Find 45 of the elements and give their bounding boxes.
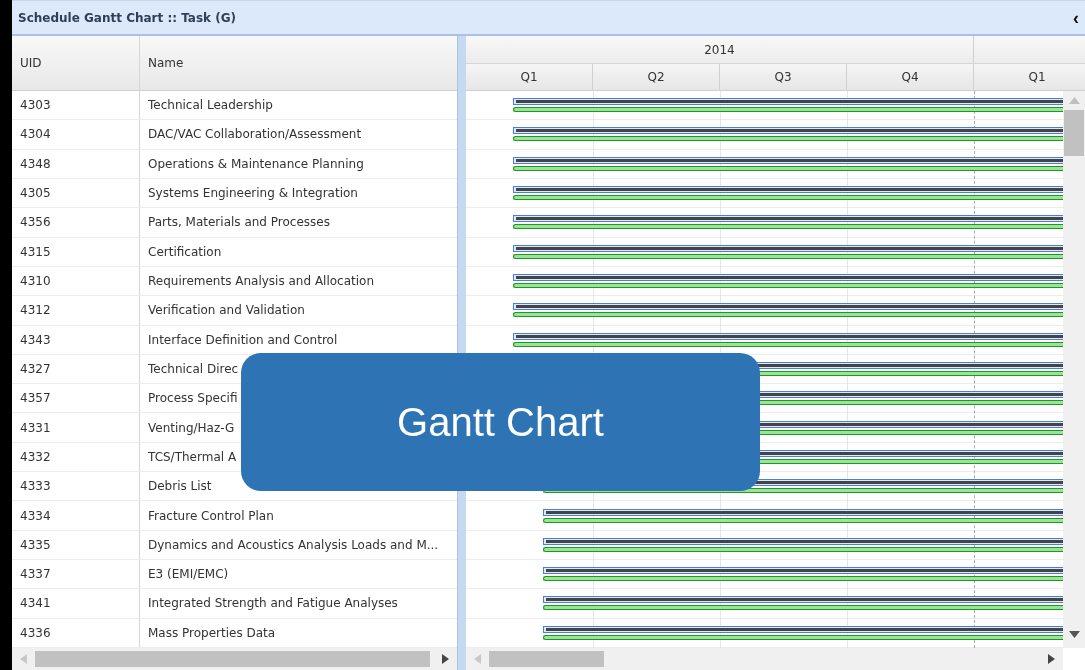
- callout-text: Gantt Chart: [397, 399, 604, 445]
- table-cell: 4334: [12, 501, 140, 530]
- table-cell: 4337: [12, 560, 140, 589]
- table-cell-text: Operations & Maintenance Planning: [147, 155, 365, 173]
- table-cell-text: TCS/Thermal A: [147, 448, 238, 466]
- table-cell-text: Dynamics and Acoustics Analysis Loads and M...: [147, 536, 440, 554]
- quarter-header: Q3: [720, 64, 847, 90]
- table-cell: 4312: [12, 296, 140, 325]
- table-cell: 4341: [12, 589, 140, 618]
- quarter-header: Q2: [593, 64, 720, 90]
- table-cell: 4331: [12, 413, 140, 442]
- table-cell-text: Process Specifi: [147, 390, 239, 408]
- table-cell-text: Interface Definition and Control: [147, 331, 339, 349]
- table-cell-text: Mass Properties Data: [147, 624, 277, 642]
- table-cell-text: DAC/VAC Collaboration/Assessment: [147, 126, 363, 144]
- table-cell-text: Parts, Materials and Processes: [147, 214, 331, 232]
- table-cell-text: Systems Engineering & Integration: [147, 185, 359, 203]
- table-cell: 4327: [12, 354, 140, 384]
- table-cell-text: Technical Leadership: [147, 97, 274, 115]
- quarter-header: Q1: [466, 64, 593, 90]
- table-cell-text: E3 (EMI/EMC): [147, 566, 230, 584]
- table-cell: 4332: [12, 442, 140, 472]
- year-header: 2014: [466, 36, 974, 63]
- quarter-header: Q1: [974, 64, 1085, 90]
- table-cell: 4357: [12, 384, 140, 413]
- table-cell-text: Certification: [147, 243, 223, 261]
- table-cell-text: Integrated Strength and Fatigue Analyses: [147, 595, 399, 613]
- table-cell: 4310: [12, 266, 140, 296]
- table-cell: 4343: [12, 325, 140, 354]
- table-cell-text: Requirements Analysis and Allocation: [147, 273, 376, 291]
- table-cell: 4303: [12, 91, 140, 120]
- table-cell: 4315: [12, 237, 140, 266]
- table-cell-text: Fracture Control Plan: [147, 507, 275, 525]
- table-cell: 4336: [12, 618, 140, 647]
- table-cell: 4335: [12, 530, 140, 559]
- table-cell: 4305: [12, 178, 140, 208]
- table-cell: 4356: [12, 208, 140, 237]
- table-cell-text: Debris List: [147, 478, 213, 496]
- table-cell: 4333: [12, 472, 140, 501]
- table-cell: 4348: [12, 149, 140, 178]
- table-cell-text: Technical Direc: [147, 360, 240, 378]
- panel-title: Schedule Gantt Chart :: Task (G): [18, 10, 237, 25]
- table-cell-text: Verification and Validation: [147, 302, 306, 320]
- quarter-header: Q4: [847, 64, 974, 90]
- table-cell: 4304: [12, 120, 140, 149]
